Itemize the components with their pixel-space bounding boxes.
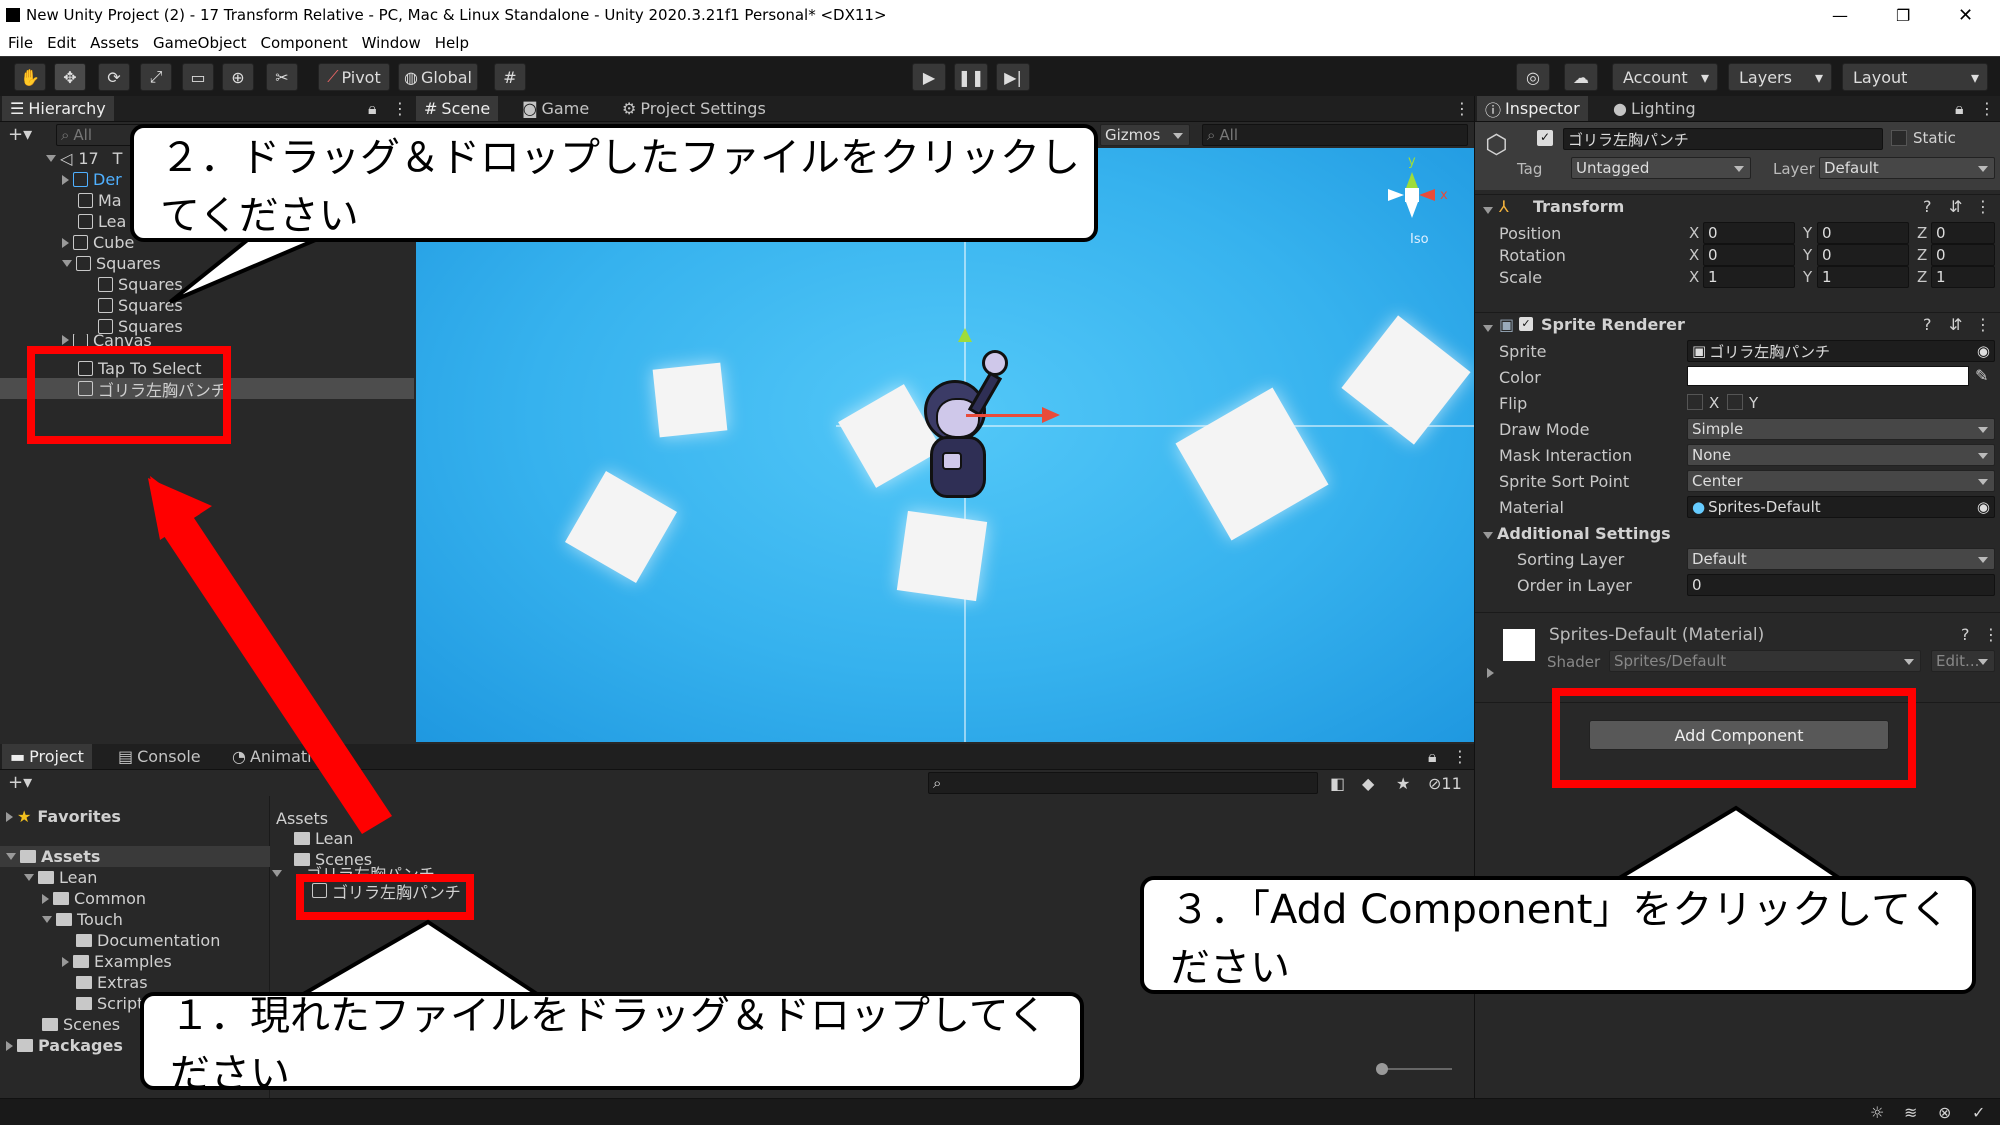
callout-2-tail	[168, 236, 321, 304]
callout-step-3: ３．「Add Component」をクリックしてください	[1140, 876, 1976, 994]
callout-step-1: １．現れたファイルをドラッグ＆ドロップしてください	[140, 992, 1084, 1097]
callout-3-tail	[1608, 805, 1849, 882]
callout-step-2: ２．ドラッグ＆ドロップしたファイルをクリックしてください	[130, 124, 1098, 242]
drag-arrow-shaft	[160, 512, 392, 834]
